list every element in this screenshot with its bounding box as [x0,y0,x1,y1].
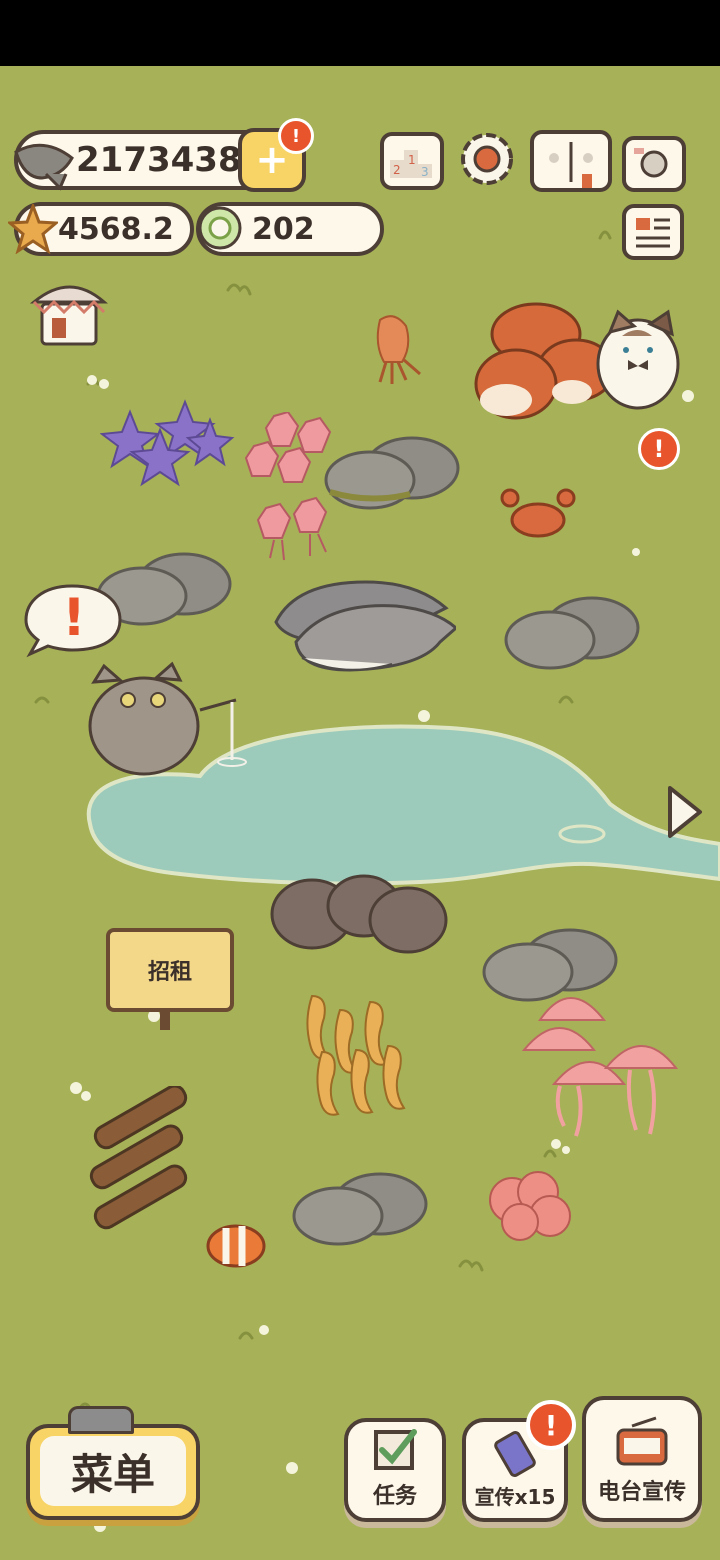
podium-icon: 2 1 3 [390,150,432,179]
collection-book-button[interactable] [530,130,612,192]
add-fish-alert-badge: ! [278,118,314,154]
tasks-label: 任务 [372,1484,417,1509]
fishing-cat[interactable] [80,652,250,782]
rock [504,596,640,670]
fish-icon [14,143,74,191]
radio-icon [616,1416,668,1466]
coral[interactable] [486,1170,576,1244]
game-field: ! ! 招租 [0,66,720,1560]
svg-text:2: 2 [393,163,401,177]
pufferfish-group[interactable] [268,870,458,960]
promote-label: 宣传x15 [474,1485,556,1509]
newspaper-button[interactable] [622,204,684,260]
speech-bubble-alert: ! [62,588,86,648]
menu-button[interactable]: 菜单 [26,1424,200,1520]
gentleman-cat[interactable] [592,302,688,412]
shell-currency-icon [198,206,242,250]
svg-text:1: 1 [408,153,416,167]
ranking-button[interactable]: 2 1 3 [380,132,444,190]
starfish-currency-icon [8,204,58,254]
jellyfish-group[interactable] [520,976,690,1166]
starfish-group[interactable] [100,392,240,492]
camera-button[interactable] [622,136,686,192]
radio-promote-button[interactable]: 电台宣传 [582,1396,702,1522]
crab[interactable] [500,484,576,544]
seahorse-group[interactable] [292,986,422,1122]
shell-count: 202 [252,211,315,247]
status-bar [0,0,720,66]
fish-count: 2173438 [76,140,242,180]
clipboard-clip [68,1406,134,1434]
alert-mark: ! [291,125,301,147]
book-icon [549,142,593,188]
alert-mark: ! [544,1408,558,1442]
for-rent-sign[interactable]: 招租 [106,928,234,1012]
radio-promote-label: 电台宣传 [597,1480,686,1505]
svg-text:3: 3 [421,165,429,179]
camera-icon [634,148,668,178]
next-area-arrow[interactable] [662,782,706,842]
menu-label: 菜单 [40,1436,186,1506]
shop-button[interactable] [30,278,108,348]
alert-mark: ! [653,435,665,463]
sign-post [160,1008,170,1030]
promote-alert-badge: ! [526,1400,576,1450]
tasks-button[interactable]: 任务 [344,1418,446,1522]
orange-squid[interactable] [360,310,430,390]
settings-gear-icon[interactable] [456,128,518,190]
pink-squid-group[interactable] [244,412,354,572]
shark-group[interactable] [266,566,456,696]
for-rent-label: 招租 [147,960,192,985]
clownfish-group[interactable] [204,1210,276,1276]
star-count: 4568.2 [58,211,174,247]
rock [292,1172,428,1246]
cat-alert-badge[interactable]: ! [638,428,680,470]
newspaper-icon [636,218,670,248]
checklist-icon [374,1429,417,1470]
firewood-pile[interactable] [80,1086,200,1236]
